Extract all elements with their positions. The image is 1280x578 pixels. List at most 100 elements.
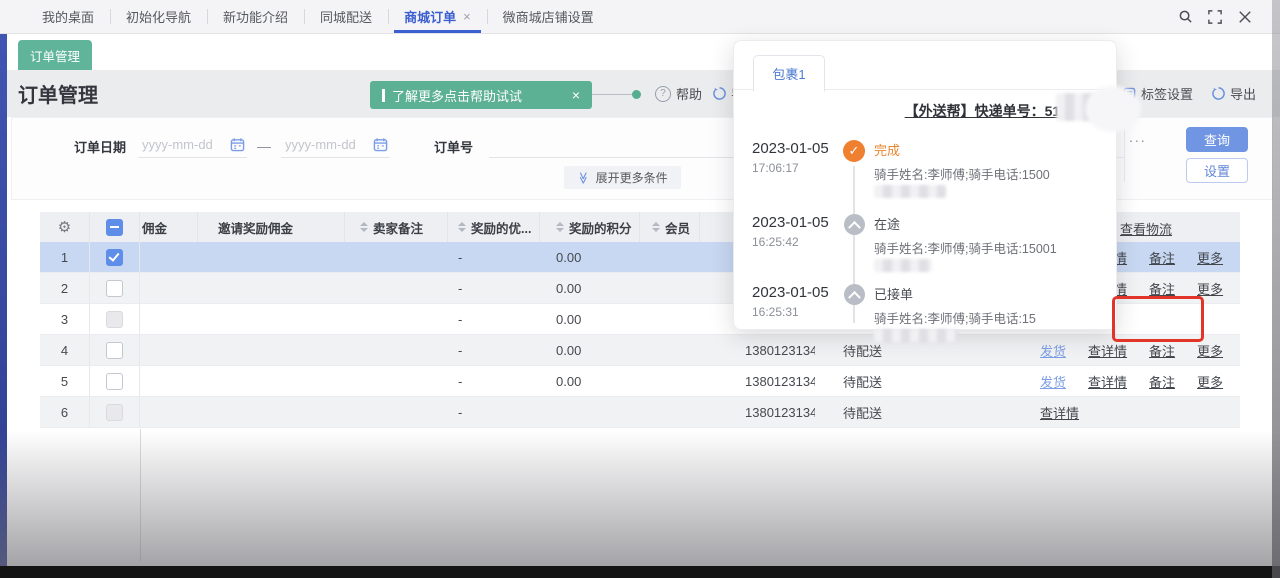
action-link[interactable]: 查详情 bbox=[1088, 341, 1127, 360]
timeline-icon-cell: ✓ bbox=[834, 140, 874, 199]
top-tab-5[interactable]: 商城订单× bbox=[388, 0, 487, 33]
row-actions: 发货 查详情 备注 更多 bbox=[1030, 372, 1223, 391]
logistics-timeline: 2023-01-0517:06:17✓完成骑手姓名:李师傅;骑手电话:15002… bbox=[752, 136, 1104, 323]
date-to-input[interactable] bbox=[283, 136, 373, 153]
action-link[interactable]: 查详情 bbox=[1040, 403, 1079, 422]
order-no-input[interactable] bbox=[489, 135, 733, 158]
timeline-detail: 骑手姓名:李师傅;骑手电话:15 bbox=[874, 308, 1104, 343]
header-cell-select[interactable] bbox=[90, 212, 140, 242]
timeline-datetime: 2023-01-0516:25:31 bbox=[752, 284, 834, 343]
export-icon bbox=[713, 87, 726, 100]
order-date-label: 订单日期 bbox=[74, 137, 126, 156]
settings-button[interactable]: 设置 bbox=[1186, 158, 1248, 183]
search-icon[interactable] bbox=[1176, 8, 1194, 26]
action-link[interactable]: 备注 bbox=[1149, 248, 1175, 267]
calendar-icon[interactable] bbox=[230, 137, 245, 152]
header-cell-reward_coupon[interactable]: 奖励的优... bbox=[448, 212, 540, 242]
row-actions: 发货 查详情 备注 更多 bbox=[1030, 341, 1223, 360]
help-button[interactable]: ? 帮助 bbox=[655, 84, 702, 103]
header-cell-index[interactable]: ⚙ bbox=[40, 212, 90, 242]
tab-package-1[interactable]: 包裹1 bbox=[753, 55, 825, 92]
row-checkbox[interactable] bbox=[106, 342, 123, 359]
censored-phone bbox=[874, 185, 946, 198]
timeline-time: 17:06:17 bbox=[752, 161, 834, 175]
censor-blob bbox=[1085, 86, 1141, 132]
sort-carets[interactable] bbox=[458, 222, 466, 232]
cell-actions: 发货 查详情 备注 更多 bbox=[1030, 366, 1240, 396]
fullscreen-icon[interactable] bbox=[1206, 8, 1224, 26]
action-link[interactable]: 备注 bbox=[1149, 372, 1175, 391]
browser-tab-bar: 我的桌面初始化导航新功能介绍同城配送商城订单×微商城店铺设置 bbox=[0, 0, 1280, 34]
timeline-icon-cell bbox=[834, 214, 874, 273]
row-checkbox bbox=[106, 311, 123, 328]
action-link[interactable]: 更多 bbox=[1197, 372, 1223, 391]
action-link[interactable]: 查详情 bbox=[1088, 372, 1127, 391]
calendar-icon[interactable] bbox=[373, 137, 388, 152]
row-checkbox bbox=[106, 404, 123, 421]
cell-index: 1 bbox=[40, 242, 90, 272]
action-ship[interactable]: 发货 bbox=[1040, 372, 1066, 391]
more-filters-ellipsis[interactable]: ... bbox=[1129, 129, 1147, 145]
select-all-checkbox[interactable] bbox=[106, 219, 123, 236]
tab-close-icon[interactable]: × bbox=[463, 9, 471, 24]
tab-separator bbox=[388, 9, 389, 24]
cell-invite_commission bbox=[198, 304, 345, 334]
sort-down-icon bbox=[652, 228, 660, 232]
module-tab-order-management[interactable]: 订单管理 bbox=[18, 40, 92, 70]
header-cell-invite_commission: 邀请奖励佣金 bbox=[198, 212, 345, 242]
close-icon[interactable] bbox=[1236, 8, 1254, 26]
action-view-logistics[interactable]: 查看物流 bbox=[1120, 219, 1172, 238]
top-tab-3[interactable]: 新功能介绍 bbox=[207, 0, 304, 33]
timeline-status: 完成 bbox=[874, 140, 1104, 159]
expand-more-button[interactable]: ≫ 展开更多条件 bbox=[564, 166, 681, 189]
tour-close-icon[interactable]: × bbox=[572, 87, 580, 103]
date-from-input[interactable] bbox=[140, 136, 230, 153]
cell-select bbox=[90, 335, 140, 365]
app-window: 我的桌面初始化导航新功能介绍同城配送商城订单×微商城店铺设置 订单管理 订单管理… bbox=[0, 0, 1280, 578]
action-link[interactable]: 更多 bbox=[1197, 341, 1223, 360]
header-cell-reward_points[interactable]: 奖励的积分 bbox=[540, 212, 640, 242]
header-label: 佣金 bbox=[142, 218, 167, 237]
action-link[interactable]: 备注 bbox=[1149, 341, 1175, 360]
row-checkbox[interactable] bbox=[106, 249, 123, 266]
sort-down-icon bbox=[458, 228, 466, 232]
tab-separator bbox=[110, 9, 111, 24]
cell-commission bbox=[140, 273, 198, 303]
header-cell-commission: 佣金 bbox=[140, 212, 198, 242]
cell-commission bbox=[140, 335, 198, 365]
cell-reward_points: 0.00 bbox=[540, 242, 640, 272]
cell-status: 待配送 bbox=[815, 397, 925, 427]
action-ship[interactable]: 发货 bbox=[1040, 341, 1066, 360]
top-tab-6[interactable]: 微商城店铺设置 bbox=[487, 0, 610, 33]
header-cell-member[interactable]: 会员 bbox=[640, 212, 700, 242]
cell-reward_points: 0.00 bbox=[540, 273, 640, 303]
timeline-icon-cell bbox=[834, 284, 874, 343]
sort-up-icon bbox=[458, 222, 466, 226]
cell-seller_remark bbox=[345, 366, 448, 396]
gear-icon[interactable]: ⚙ bbox=[58, 218, 71, 236]
cell-phone: 13801231342 bbox=[700, 366, 815, 396]
cell-seller_remark bbox=[345, 397, 448, 427]
timeline-detail: 骑手姓名:李师傅;骑手电话:15001 bbox=[874, 238, 1104, 273]
cell-invite_commission bbox=[198, 366, 345, 396]
date-range-separator: — bbox=[257, 138, 271, 154]
top-tab-4[interactable]: 同城配送 bbox=[304, 0, 388, 33]
top-tab-2[interactable]: 初始化导航 bbox=[110, 0, 207, 33]
cell-reward_points: 0.00 bbox=[540, 335, 640, 365]
row-checkbox[interactable] bbox=[106, 373, 123, 390]
timeline-item-2: 2023-01-0516:25:42在途骑手姓名:李师傅;骑手电话:15001 bbox=[752, 214, 1104, 273]
action-link[interactable]: 更多 bbox=[1197, 248, 1223, 267]
header-cell-seller_remark[interactable]: 卖家备注 bbox=[345, 212, 448, 242]
sort-carets[interactable] bbox=[360, 222, 368, 232]
cell-reward_coupon: - bbox=[448, 273, 540, 303]
top-tab-1[interactable]: 我的桌面 bbox=[26, 0, 110, 33]
row-checkbox[interactable] bbox=[106, 280, 123, 297]
panel-divider bbox=[1124, 124, 1125, 182]
sort-carets[interactable] bbox=[556, 222, 564, 232]
query-button[interactable]: 查询 bbox=[1186, 127, 1248, 152]
action-link[interactable]: 更多 bbox=[1197, 279, 1223, 298]
sort-carets[interactable] bbox=[652, 222, 660, 232]
action-link[interactable]: 备注 bbox=[1149, 279, 1175, 298]
top-tab-label: 新功能介绍 bbox=[223, 7, 288, 26]
export-button[interactable]: 导出 bbox=[1212, 84, 1256, 103]
